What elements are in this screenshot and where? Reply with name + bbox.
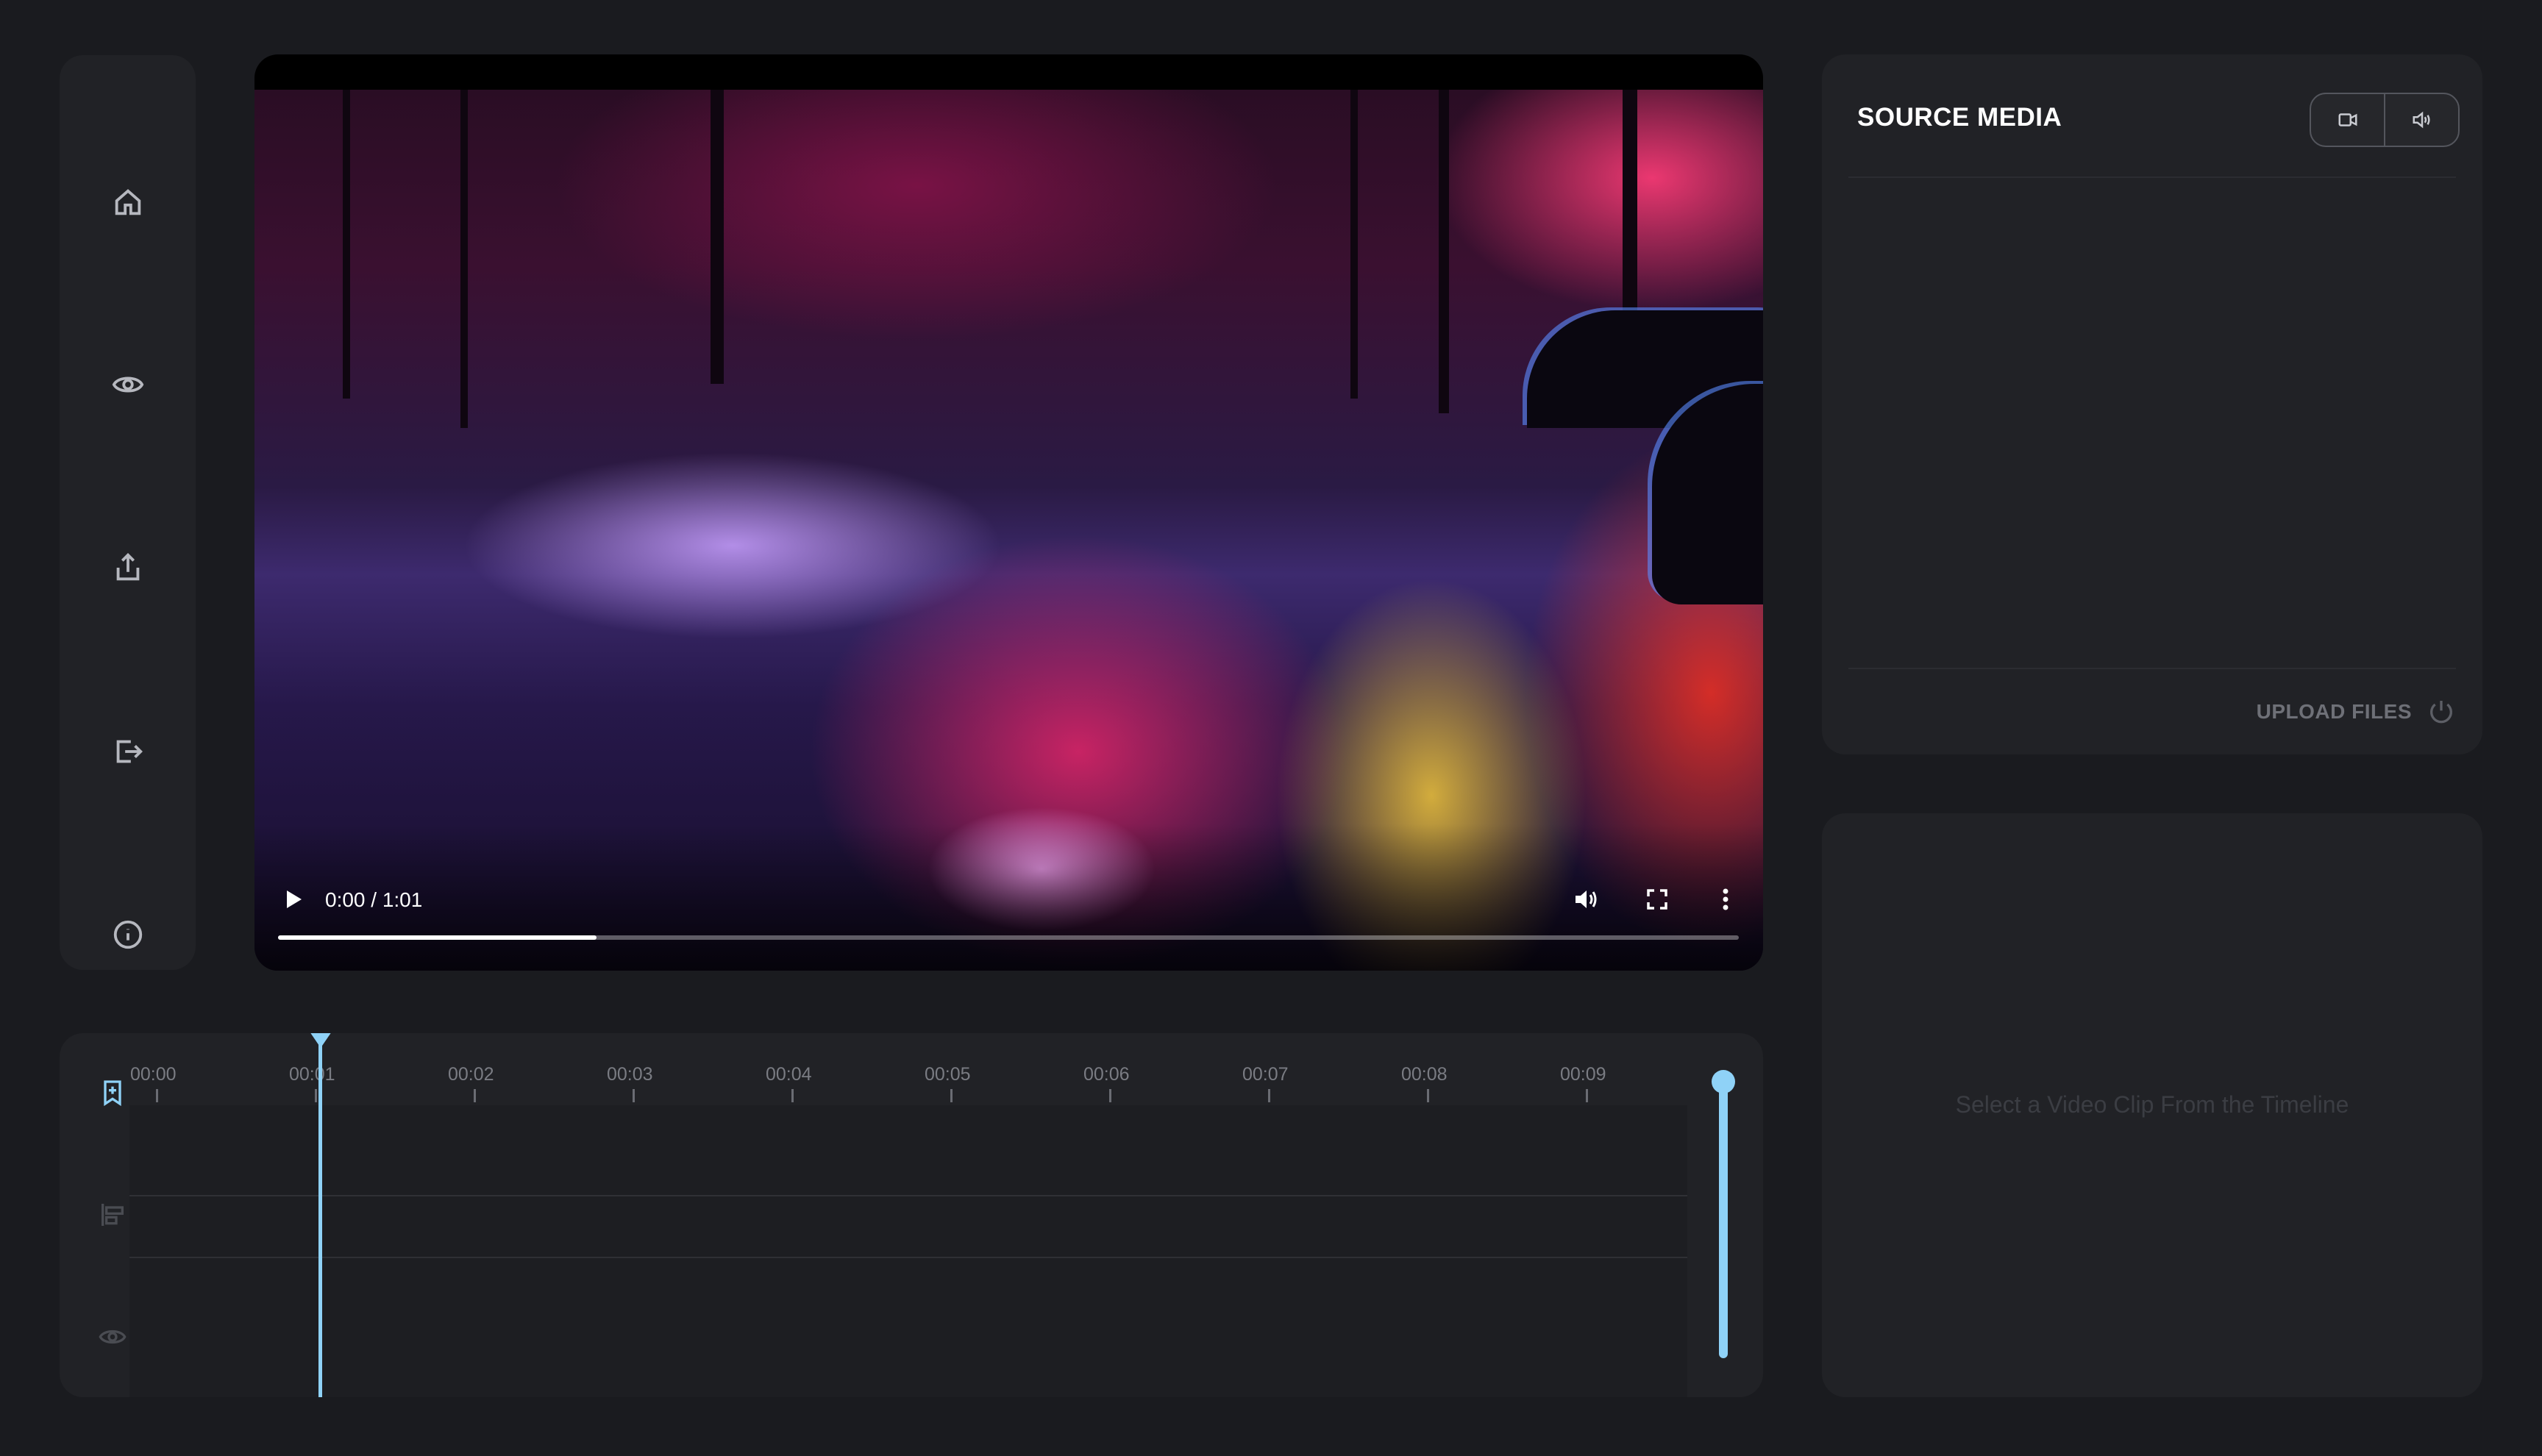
- share-icon: [116, 553, 139, 581]
- media-type-toggle: [2310, 93, 2460, 147]
- sidebar-item-logout[interactable]: [106, 729, 150, 774]
- progress-bar[interactable]: [278, 935, 1739, 940]
- scene-pole: [711, 90, 724, 384]
- sidebar-item-info[interactable]: [106, 913, 150, 957]
- timeline-tick-label: 00:07: [1242, 1064, 1289, 1085]
- logout-icon: [116, 740, 143, 763]
- scene-pole: [343, 90, 350, 399]
- timeline-tick: [950, 1089, 953, 1102]
- timeline-tick-label: 00:08: [1401, 1064, 1448, 1085]
- bookmark-plus-icon: [104, 1080, 121, 1107]
- timeline-tick: [315, 1089, 317, 1102]
- timeline-tick-label: 00:01: [289, 1064, 335, 1085]
- timeline-tick-label: 00:05: [925, 1064, 971, 1085]
- video-player[interactable]: 0:00 / 1:01: [254, 54, 1763, 971]
- timeline-tick: [1427, 1089, 1429, 1102]
- eye-icon: [112, 377, 143, 393]
- timeline-tick: [1109, 1089, 1111, 1102]
- controls-gradient: [254, 824, 1763, 971]
- sidebar-item-preview[interactable]: [106, 363, 150, 407]
- panel-title: SOURCE MEDIA: [1857, 103, 2062, 132]
- source-media-panel: SOURCE MEDIA UPLOAD FILES: [1822, 54, 2482, 754]
- video-frame[interactable]: [254, 90, 1763, 971]
- fullscreen-icon: [1647, 889, 1667, 910]
- timeline-tick-label: 00:04: [766, 1064, 812, 1085]
- speaker-icon: [2413, 111, 2430, 129]
- clip-details-panel: Select a Video Clip From the Timeline: [1822, 813, 2482, 1397]
- volume-button[interactable]: [1568, 881, 1605, 918]
- playhead-handle[interactable]: [310, 1033, 332, 1048]
- timeline-tracks[interactable]: [129, 1105, 1687, 1397]
- sidebar-item-export[interactable]: [106, 546, 150, 590]
- timeline-tool-visibility[interactable]: [94, 1318, 131, 1355]
- timeline-tick-label: 00:03: [607, 1064, 653, 1085]
- more-options-button[interactable]: [1711, 881, 1740, 918]
- scene-pole: [1439, 90, 1449, 413]
- timeline-tick-label: 00:00: [130, 1064, 177, 1085]
- upload-files-label: UPLOAD FILES: [2256, 700, 2412, 723]
- timeline-zoom-knob[interactable]: [1712, 1070, 1735, 1093]
- play-button[interactable]: [277, 882, 310, 916]
- play-icon: [287, 891, 302, 908]
- clip-placeholder-text: Select a Video Clip From the Timeline: [1955, 1091, 2349, 1118]
- info-icon: [113, 920, 142, 949]
- divider: [1848, 668, 2456, 669]
- sidebar-item-home[interactable]: [106, 180, 150, 224]
- track-divider: [129, 1195, 1687, 1196]
- audio-filter-button[interactable]: [2384, 94, 2458, 146]
- timeline-tick-label: 00:02: [448, 1064, 494, 1085]
- time-display: 0:00 / 1:01: [325, 888, 423, 911]
- progress-fill: [278, 935, 597, 940]
- timeline-tick-label: 00:06: [1083, 1064, 1130, 1085]
- timeline-tick: [156, 1089, 158, 1102]
- timeline-tool-align[interactable]: [94, 1196, 131, 1233]
- playhead[interactable]: [318, 1033, 322, 1397]
- divider: [1848, 176, 2456, 178]
- fullscreen-button[interactable]: [1639, 881, 1676, 918]
- volume-icon: [1576, 891, 1597, 908]
- timeline-tick: [1268, 1089, 1270, 1102]
- video-filter-button[interactable]: [2311, 94, 2384, 146]
- timeline-tick: [791, 1089, 794, 1102]
- align-left-icon: [102, 1204, 124, 1226]
- scene-pole: [1350, 90, 1358, 399]
- video-camera-icon: [2338, 113, 2357, 126]
- scene-pole: [460, 90, 468, 428]
- power-icon: [2430, 701, 2452, 724]
- timeline-tick: [1586, 1089, 1588, 1102]
- timeline-tick-label: 00:09: [1560, 1064, 1606, 1085]
- timeline: 00:00 00:01 00:02 00:03 00:04 00:05 00:06 00:07…: [60, 1033, 1763, 1397]
- upload-files-button[interactable]: UPLOAD FILES: [2257, 697, 2456, 727]
- sidebar: [60, 55, 196, 970]
- timeline-tool-bookmark-add[interactable]: [94, 1074, 131, 1111]
- timeline-tick: [474, 1089, 476, 1102]
- eye-icon: [99, 1330, 127, 1344]
- timeline-zoom-slider[interactable]: [1719, 1079, 1728, 1358]
- track-divider: [129, 1257, 1687, 1258]
- timeline-tick: [633, 1089, 635, 1102]
- more-vertical-icon: [1723, 888, 1729, 910]
- home-icon: [115, 189, 140, 215]
